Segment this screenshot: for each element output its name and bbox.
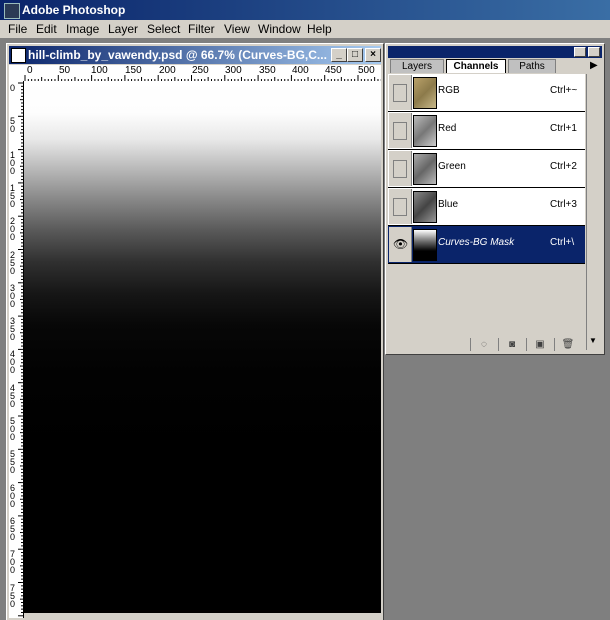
document-icon (11, 48, 26, 63)
visibility-toggle[interactable] (389, 151, 412, 186)
tab-channels[interactable]: Channels (446, 59, 506, 73)
channels-palette[interactable]: Layers Channels Paths ▶ RGB Ctrl+~ Red C… (385, 43, 605, 355)
channel-thumbnail (413, 115, 437, 147)
channel-name: Blue (438, 199, 459, 210)
ruler-v-label: 3 0 0 (10, 282, 16, 309)
new-channel-icon[interactable]: ▣ (526, 338, 553, 351)
ruler-v-label: 5 0 0 (10, 416, 16, 442)
palette-close-button[interactable] (588, 47, 600, 57)
channel-list: RGB Ctrl+~ Red Ctrl+1 Green Ctrl+2 Blue … (388, 74, 586, 354)
menu-edit[interactable]: Edit (36, 22, 57, 36)
ruler-v-label: 3 5 0 (10, 316, 16, 343)
document-title: hill-climb_by_vawendy.psd @ 66.7% (Curve… (28, 48, 327, 62)
menu-select[interactable]: Select (147, 22, 180, 36)
load-selection-icon[interactable]: ◌ (470, 338, 497, 351)
palette-title-bar[interactable] (388, 46, 602, 58)
document-title-bar[interactable]: hill-climb_by_vawendy.psd @ 66.7% (Curve… (9, 46, 381, 64)
trash-icon[interactable]: 🗑 (554, 338, 581, 351)
ruler-v-label: 5 0 (10, 116, 16, 135)
menu-file[interactable]: File (8, 22, 27, 36)
close-button[interactable]: × (365, 48, 381, 62)
channel-shortcut: Ctrl+3 (550, 199, 577, 210)
ruler-v-label: 4 5 0 (10, 382, 16, 409)
app-title-bar: Adobe Photoshop (0, 0, 610, 20)
visibility-toggle[interactable] (389, 75, 412, 110)
ruler-v-ticks (18, 82, 23, 617)
channel-row-curves-bg-mask[interactable]: 👁 Curves-BG Mask Ctrl+\ (388, 226, 585, 264)
channel-row-rgb[interactable]: RGB Ctrl+~ (388, 74, 585, 112)
visibility-toggle[interactable] (389, 189, 412, 224)
channel-thumbnail (413, 153, 437, 185)
channel-name: Curves-BG Mask (438, 237, 515, 248)
photoshop-icon[interactable] (4, 3, 20, 19)
menu-layer[interactable]: Layer (108, 22, 138, 36)
channel-name: Red (438, 123, 457, 134)
channel-shortcut: Ctrl+2 (550, 161, 577, 172)
menu-help[interactable]: Help (307, 22, 332, 36)
minimize-button[interactable]: _ (331, 48, 347, 62)
ruler-v-label: 1 5 0 (10, 182, 16, 209)
channel-row-red[interactable]: Red Ctrl+1 (388, 112, 585, 150)
channel-shortcut: Ctrl+\ (550, 237, 575, 248)
menu-view[interactable]: View (224, 22, 250, 36)
ruler-vertical[interactable]: 0 5 0 1 0 0 1 5 0 2 0 0 2 5 0 3 0 0 3 5 0 4 0 0 4… (9, 81, 24, 618)
menu-filter[interactable]: Filter (188, 22, 215, 36)
tab-paths[interactable]: Paths (508, 59, 556, 73)
palette-minimize-button[interactable] (574, 47, 586, 57)
save-selection-icon[interactable]: ◙ (498, 338, 525, 351)
palette-scrollbar[interactable]: ▼ (586, 74, 601, 350)
ruler-v-label: 2 5 0 (10, 249, 16, 276)
palette-bottom-bar: ◌ ◙ ▣ 🗑 (470, 338, 600, 352)
ruler-horizontal[interactable]: 0 50 100 150 200 250 300 350 400 450 500 (23, 65, 381, 82)
ruler-v-label: 1 0 0 (10, 149, 16, 176)
ruler-v-label: 2 0 0 (10, 216, 16, 243)
channel-name: Green (438, 161, 466, 172)
image-canvas[interactable] (24, 81, 381, 613)
channel-shortcut: Ctrl+~ (550, 85, 578, 96)
channel-shortcut: Ctrl+1 (550, 123, 577, 134)
ruler-v-label: 7 0 0 (10, 549, 16, 576)
app-title: Adobe Photoshop (22, 3, 126, 17)
tab-layers[interactable]: Layers (390, 59, 444, 73)
ruler-v-label: 7 5 0 (10, 582, 16, 609)
ruler-corner[interactable] (9, 65, 24, 82)
channel-row-blue[interactable]: Blue Ctrl+3 (388, 188, 585, 226)
channel-thumbnail (413, 77, 437, 109)
ruler-v-label: 0 (10, 83, 16, 93)
palette-menu-arrow-icon[interactable]: ▶ (590, 60, 598, 71)
visibility-toggle[interactable] (389, 113, 412, 148)
ruler-v-label: 4 0 0 (10, 349, 16, 376)
menu-window[interactable]: Window (258, 22, 301, 36)
ruler-v-label: 6 5 0 (10, 515, 16, 542)
channel-name: RGB (438, 85, 460, 96)
visibility-toggle[interactable]: 👁 (389, 227, 412, 262)
channel-row-green[interactable]: Green Ctrl+2 (388, 150, 585, 188)
menu-image[interactable]: Image (66, 22, 99, 36)
ruler-v-label: 6 0 0 (10, 482, 16, 509)
channel-thumbnail (413, 229, 437, 261)
document-window[interactable]: hill-climb_by_vawendy.psd @ 66.7% (Curve… (6, 43, 384, 620)
menu-bar: File Edit Image Layer Select Filter View… (0, 20, 610, 39)
eye-icon[interactable]: 👁 (393, 237, 408, 251)
channel-thumbnail (413, 191, 437, 223)
ruler-v-label: 5 5 0 (10, 449, 16, 476)
palette-tabs: Layers Channels Paths ▶ (390, 59, 598, 73)
maximize-button[interactable]: □ (347, 48, 363, 62)
